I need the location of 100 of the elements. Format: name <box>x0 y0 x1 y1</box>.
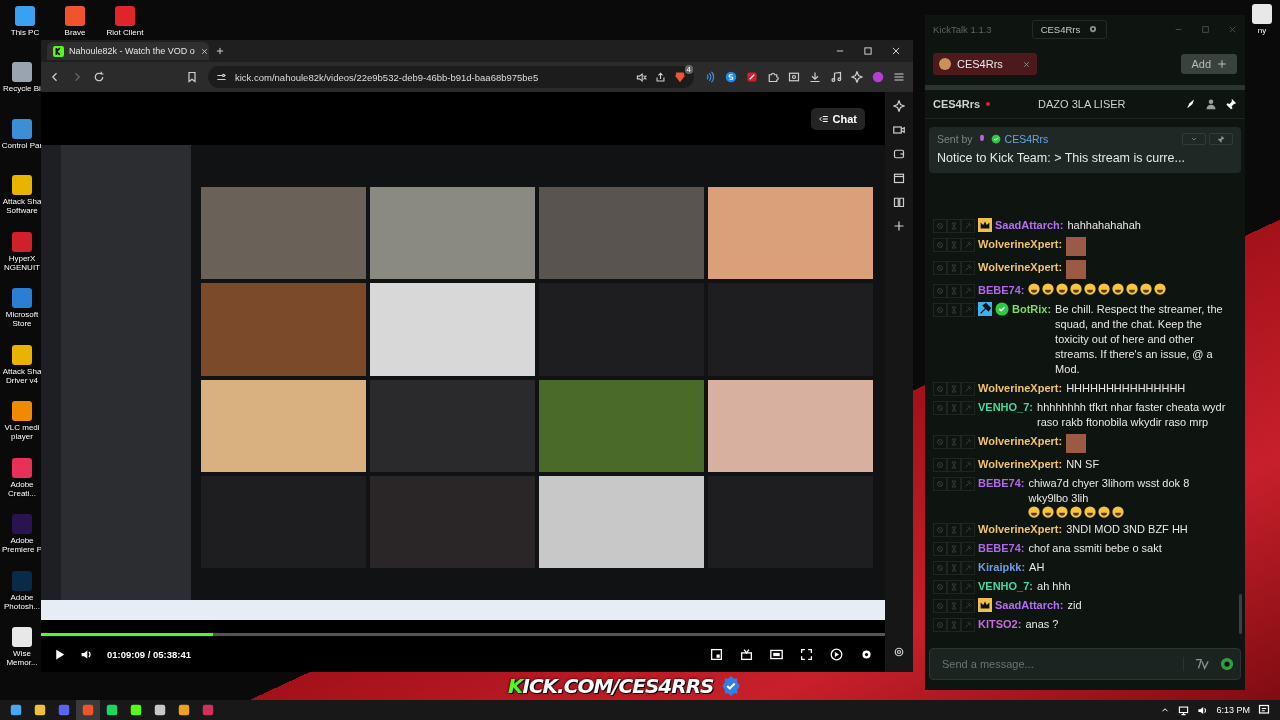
video-camera-icon[interactable] <box>893 124 905 136</box>
seek-bar[interactable] <box>41 633 885 636</box>
ban-icon[interactable] <box>936 404 944 412</box>
channel-tab[interactable]: CES4Rrs <box>933 53 1037 75</box>
username[interactable]: WolverineXpert: <box>978 381 1063 396</box>
play-icon[interactable] <box>53 647 66 661</box>
site-settings-icon[interactable] <box>216 71 227 83</box>
hourglass-icon[interactable] <box>950 404 958 412</box>
ban-icon[interactable] <box>936 461 944 469</box>
hourglass-icon[interactable] <box>950 438 958 446</box>
plus-icon[interactable] <box>893 220 905 232</box>
pin-icon[interactable] <box>1225 98 1237 110</box>
hammer-icon[interactable] <box>964 526 972 534</box>
puzzle-icon[interactable] <box>767 71 779 83</box>
hourglass-icon[interactable] <box>950 385 958 393</box>
desktop-icon-label[interactable]: Attack Sha Software <box>2 197 42 216</box>
desktop-icon-label[interactable]: Adobe Photosh... <box>4 592 40 611</box>
settings-icon[interactable] <box>893 646 905 658</box>
hammer-icon[interactable] <box>964 385 972 393</box>
username[interactable]: SaadAttarch: <box>995 218 1064 233</box>
username[interactable]: VENHO_7: <box>978 579 1034 594</box>
ban-icon[interactable] <box>936 602 944 610</box>
reload-icon[interactable] <box>93 71 105 83</box>
s-logo-icon[interactable] <box>725 71 737 83</box>
desktop-icon-label[interactable]: ny <box>1257 26 1267 36</box>
address-bar[interactable]: kick.com/nahoule82k/videos/22e9b532-deb9-46bb-b91d-baa68b975be5 4 <box>208 66 694 88</box>
autoplay-icon[interactable] <box>830 647 843 661</box>
hourglass-icon[interactable] <box>950 461 958 469</box>
hourglass-icon[interactable] <box>950 222 958 230</box>
ban-icon[interactable] <box>936 583 944 591</box>
desktop-icon-label[interactable]: Brave <box>64 28 86 38</box>
rocket-icon[interactable] <box>1185 98 1197 110</box>
hourglass-icon[interactable] <box>950 564 958 572</box>
wallet-icon[interactable] <box>893 148 905 160</box>
desktop-icon-label[interactable]: Wise Memor... <box>6 649 38 668</box>
message-field[interactable]: Send a message... <box>929 648 1241 680</box>
book-icon[interactable] <box>893 196 905 208</box>
sound-waves-icon[interactable] <box>704 71 716 83</box>
bookmark-icon[interactable] <box>186 71 198 83</box>
calendar-icon[interactable] <box>893 172 905 184</box>
clock[interactable]: 6:13 PM <box>1216 705 1250 715</box>
settings-icon[interactable] <box>1088 24 1099 34</box>
desktop-icon-label[interactable]: This PC <box>10 28 40 38</box>
hourglass-icon[interactable] <box>950 287 958 295</box>
sparkle-icon[interactable] <box>851 71 863 83</box>
add-button[interactable]: Add <box>1181 54 1237 74</box>
download-icon[interactable] <box>809 71 821 83</box>
settings-icon[interactable] <box>860 647 873 661</box>
username[interactable]: WolverineXpert: <box>978 237 1063 252</box>
hammer-icon[interactable] <box>964 583 972 591</box>
menu-icon[interactable] <box>893 71 905 83</box>
hourglass-icon[interactable] <box>950 583 958 591</box>
username[interactable]: BEBE74: <box>978 283 1025 298</box>
hammer-icon[interactable] <box>964 222 972 230</box>
ban-icon[interactable] <box>936 438 944 446</box>
message-input[interactable]: Send a message... <box>940 657 1183 671</box>
desktop-icon-label[interactable]: VLC medi player <box>4 423 40 442</box>
hammer-icon[interactable] <box>964 438 972 446</box>
hourglass-icon[interactable] <box>950 526 958 534</box>
username[interactable]: WolverineXpert: <box>978 434 1063 449</box>
hourglass-icon[interactable] <box>950 621 958 629</box>
username[interactable]: BEBE74: <box>978 476 1025 491</box>
hammer-icon[interactable] <box>964 621 972 629</box>
hammer-icon[interactable] <box>964 545 972 553</box>
notification-icon[interactable] <box>1258 704 1270 716</box>
desktop-icon-label[interactable]: HyperX NGENUIT <box>4 253 40 272</box>
ban-icon[interactable] <box>936 306 944 314</box>
username[interactable]: BEBE74: <box>978 541 1025 556</box>
hammer-icon[interactable] <box>964 287 972 295</box>
desktop-icon-label[interactable]: Adobe Creati... <box>8 479 36 498</box>
unpin-button[interactable] <box>1209 133 1233 145</box>
hammer-icon[interactable] <box>964 241 972 249</box>
username[interactable]: WolverineXpert: <box>978 522 1063 537</box>
hammer-icon[interactable] <box>964 461 972 469</box>
username[interactable]: KITSO2: <box>978 617 1022 632</box>
ban-icon[interactable] <box>936 480 944 488</box>
muted-speaker-icon[interactable] <box>636 71 647 83</box>
ban-icon[interactable] <box>936 621 944 629</box>
hammer-icon[interactable] <box>964 306 972 314</box>
screenshot-icon[interactable] <box>788 71 800 83</box>
ban-icon[interactable] <box>936 564 944 572</box>
hammer-icon[interactable] <box>964 480 972 488</box>
theater-mode-icon[interactable] <box>770 647 783 661</box>
extension-icon[interactable] <box>746 71 758 83</box>
username[interactable]: WolverineXpert: <box>978 260 1063 275</box>
hourglass-icon[interactable] <box>950 545 958 553</box>
hammer-icon[interactable] <box>964 564 972 572</box>
hourglass-icon[interactable] <box>950 602 958 610</box>
pinned-author[interactable]: CES4Rrs <box>1004 133 1049 145</box>
miniplayer-icon[interactable] <box>710 647 723 661</box>
desktop-icon-label[interactable]: Adobe Premiere P <box>2 536 42 555</box>
ban-icon[interactable] <box>936 222 944 230</box>
hourglass-icon[interactable] <box>950 306 958 314</box>
desktop-icon-label[interactable]: Microsoft Store <box>5 310 39 329</box>
hourglass-icon[interactable] <box>950 264 958 272</box>
hammer-icon[interactable] <box>964 404 972 412</box>
desktop-icon-label[interactable]: Recycle Bi <box>3 84 41 94</box>
broadcast-icon[interactable] <box>740 647 753 661</box>
lion-shield-icon[interactable] <box>674 71 686 83</box>
chat-toggle-button[interactable]: Chat <box>810 107 865 130</box>
